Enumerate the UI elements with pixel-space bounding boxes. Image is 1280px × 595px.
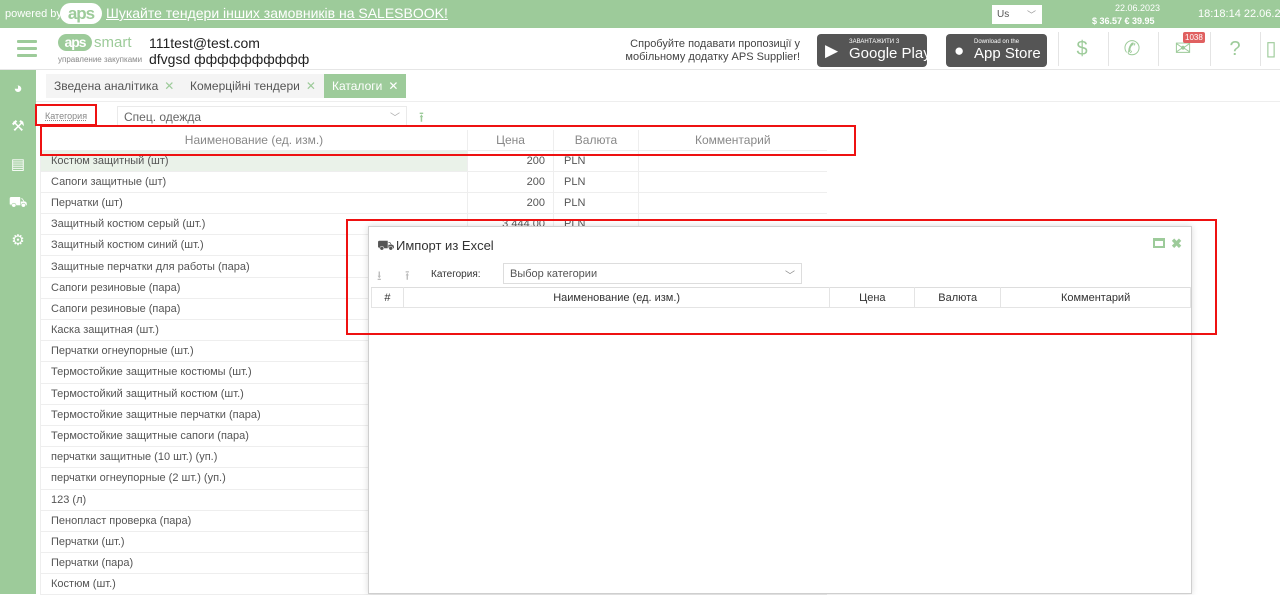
brand-subtitle: управление закупками [58,55,143,64]
help-icon[interactable]: ? [1215,36,1255,64]
aps-logo[interactable]: aps [60,3,102,24]
cell-comment [638,171,827,193]
app-store-button[interactable]: ● Download on the App Store [946,34,1047,67]
app-store-label: App Store [974,45,1041,62]
cell-name: Сапоги защитные (шт) [40,171,468,193]
exit-icon[interactable]: ▯ [1262,36,1280,64]
mobile-app-promo: Спробуйте подавати пропозиції у мобільно… [625,38,800,63]
currency-date: 22.06.2023 [1115,3,1161,13]
category-value: Спец. одежда [124,110,202,124]
language-select[interactable]: Us ﹀ [992,5,1042,24]
play-icon: ▶ [825,41,839,60]
category-select[interactable]: Спец. одежда ﹀ [117,106,407,126]
table-row[interactable]: Сапоги защитные (шт) 200 PLN [40,171,827,193]
pie-chart-icon[interactable]: ◕ [0,70,36,108]
user-email: 111test@test.com [149,35,260,51]
tab-bar: Зведена аналітика ✕ Комерційні тендери ✕ К… [36,70,1280,102]
mail-badge: 1038 [1183,32,1205,43]
clock: 18:18:14 22.06.2 [1198,8,1280,20]
brand-pill: aps [58,34,92,51]
document-icon[interactable]: ▤ [0,146,36,184]
sidebar: ◕ ⚒ ▤ ⛟ ⚙ [0,70,36,594]
chevron-down-icon: ﹀ [1026,10,1036,20]
menu-icon[interactable] [17,40,37,61]
cell-currency: PLN [553,171,639,193]
dollar-icon[interactable]: $ [1062,36,1102,64]
brand-logo[interactable]: aps smart управление закупками [58,34,142,64]
apple-icon: ● [954,41,965,60]
cell-price: 200 [467,171,554,193]
cell-name: Перчатки (шт) [40,192,468,215]
tab-analytics[interactable]: Зведена аналітика ✕ [46,74,183,98]
google-play-button[interactable]: ▶ ЗАВАНТАЖИТИ З Google Play [817,34,931,67]
brand-name: smart [94,34,132,51]
phone-icon[interactable]: ✆ [1112,36,1152,64]
tab-label: Каталоги [332,79,383,93]
close-icon[interactable]: ✕ [164,79,174,93]
salesbook-link[interactable]: Шукайте тендери інших замовників на SALE… [106,5,448,21]
annotation-box-category [35,104,97,126]
annotation-box-headers [40,125,856,156]
tab-label: Зведена аналітика [54,79,159,93]
table-row[interactable]: Перчатки (шт) 200 PLN [40,192,827,215]
powered-by-text: powered by [5,8,62,20]
close-icon[interactable]: ✕ [388,79,398,93]
tab-catalogs[interactable]: Каталоги ✕ [324,74,407,98]
annotation-box-import [346,219,1217,335]
cell-comment [638,192,827,215]
user-info[interactable]: 111test@test.com dfvgsd фффффффффф [149,35,309,67]
user-name: dfvgsd фффффффффф [149,51,310,67]
chevron-down-icon: ﹀ [390,113,400,124]
tab-commercial-tenders[interactable]: Комерційні тендери ✕ [182,74,324,98]
close-icon[interactable]: ✕ [306,79,316,93]
currency-rates: $ 36.57 € 39.95 [1092,16,1155,26]
tab-label: Комерційні тендери [190,79,300,93]
settings-icon[interactable]: ⚙ [0,222,36,260]
cell-currency: PLN [553,192,639,215]
language-value: Us [997,9,1010,20]
google-play-label: Google Play [849,45,931,62]
promo-bar: powered by aps Шукайте тендери інших зам… [0,0,1280,28]
cell-price: 200 [467,192,554,215]
app-header: aps smart управление закупками 111test@te… [0,28,1280,70]
truck-icon[interactable]: ⛟ [0,184,36,222]
gavel-icon[interactable]: ⚒ [0,108,36,146]
